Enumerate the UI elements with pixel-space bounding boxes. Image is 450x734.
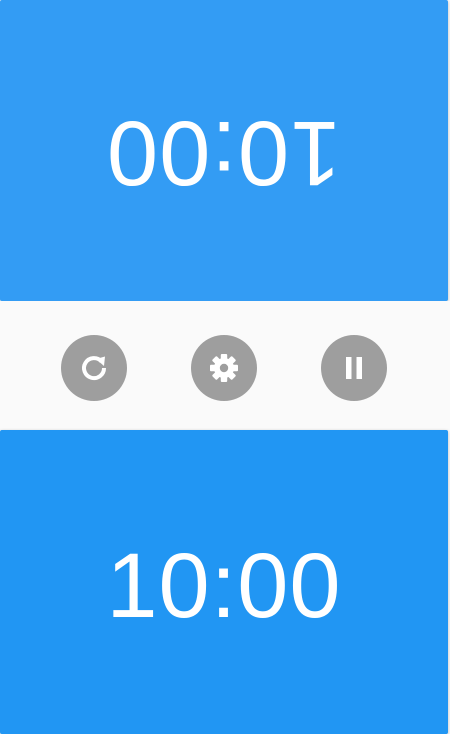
gear-icon — [206, 350, 242, 386]
pause-button[interactable] — [321, 335, 387, 401]
pause-icon — [339, 353, 369, 383]
player-top-time: 10:00 — [106, 101, 342, 204]
player-top-clock[interactable]: 10:00 — [0, 0, 448, 301]
control-bar — [0, 301, 450, 430]
player-bottom-clock[interactable]: 10:00 — [0, 430, 448, 734]
settings-button[interactable] — [191, 335, 257, 401]
reset-button[interactable] — [61, 335, 127, 401]
player-bottom-time: 10:00 — [106, 535, 342, 637]
restart-icon — [77, 351, 111, 385]
chess-clock-app: 10:00 10:00 — [0, 0, 450, 734]
